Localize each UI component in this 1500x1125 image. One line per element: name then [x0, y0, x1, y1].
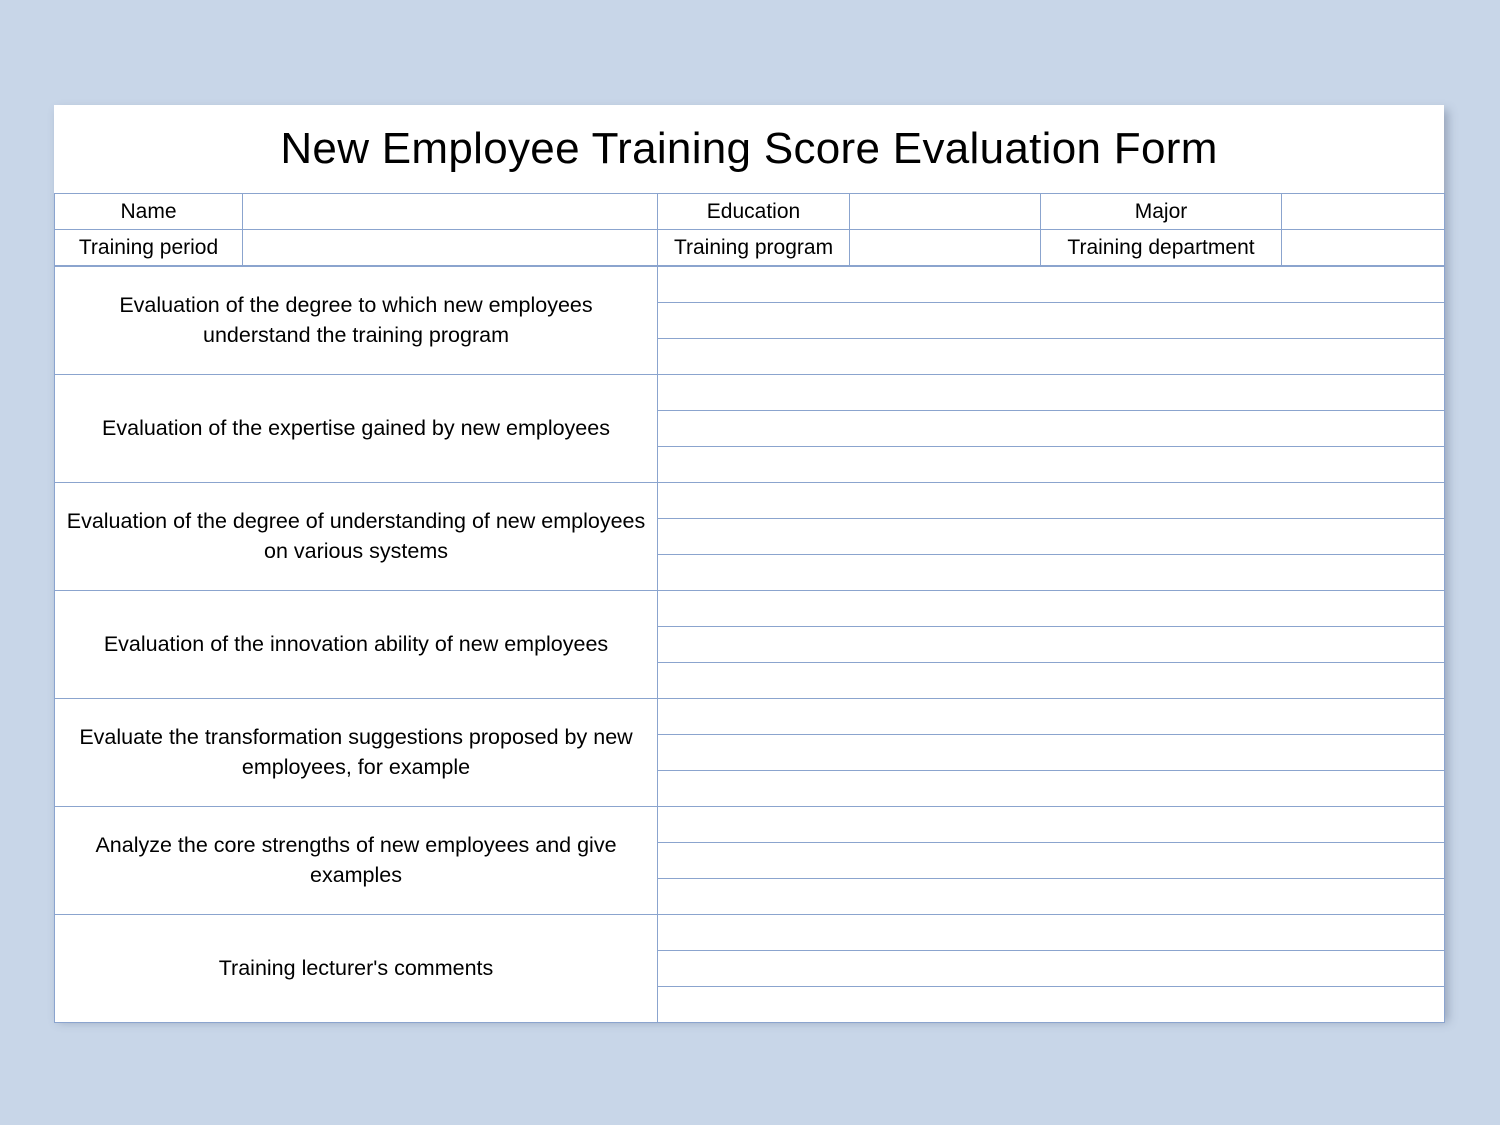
input-training-department[interactable] [1281, 229, 1445, 266]
answer-stack [658, 808, 1444, 913]
label-training-period: Training period [54, 229, 243, 266]
answer-line[interactable] [658, 338, 1444, 373]
answer-stack [658, 376, 1444, 481]
answer-line[interactable] [658, 411, 1444, 447]
evaluation-answer-area[interactable] [657, 698, 1445, 807]
evaluation-label-text: Evaluate the transformation suggestions … [79, 724, 633, 779]
answer-line[interactable] [658, 700, 1444, 736]
info-table: Name Education Major Training period Tra… [54, 193, 1445, 266]
answer-line[interactable] [658, 770, 1444, 805]
label-name: Name [54, 193, 243, 230]
evaluation-label: Evaluation of the degree to which new em… [54, 266, 658, 375]
answer-stack [658, 268, 1444, 373]
answer-line[interactable] [658, 446, 1444, 481]
evaluation-label: Evaluation of the expertise gained by ne… [54, 374, 658, 483]
evaluation-label: Evaluation of the degree of understandin… [54, 482, 658, 591]
table-row: Evaluation of the degree to which new em… [54, 266, 1445, 375]
input-major[interactable] [1281, 193, 1445, 230]
table-row: Evaluation of the degree of understandin… [54, 482, 1445, 591]
table-row: Training lecturer's comments [54, 914, 1445, 1023]
evaluation-label: Analyze the core strengths of new employ… [54, 806, 658, 915]
evaluation-label-text: Analyze the core strengths of new employ… [95, 832, 617, 887]
answer-line[interactable] [658, 627, 1444, 663]
label-major: Major [1040, 193, 1282, 230]
answer-stack [658, 484, 1444, 589]
answer-line[interactable] [658, 735, 1444, 771]
input-training-program[interactable] [849, 229, 1041, 266]
evaluation-label: Evaluate the transformation suggestions … [54, 698, 658, 807]
form-sheet: New Employee Training Score Evaluation F… [54, 105, 1445, 1023]
evaluation-answer-area[interactable] [657, 590, 1445, 699]
table-row: Analyze the core strengths of new employ… [54, 806, 1445, 915]
evaluation-answer-area[interactable] [657, 806, 1445, 915]
answer-line[interactable] [658, 662, 1444, 697]
form-title-band: New Employee Training Score Evaluation F… [54, 105, 1444, 193]
info-row-2: Training period Training program Trainin… [54, 229, 1445, 266]
evaluation-answer-area[interactable] [657, 914, 1445, 1023]
answer-line[interactable] [658, 843, 1444, 879]
evaluation-label-text: Evaluation of the degree of understandin… [66, 508, 646, 563]
answer-stack [658, 592, 1444, 697]
answer-line[interactable] [658, 916, 1444, 952]
answer-line[interactable] [658, 484, 1444, 520]
input-name[interactable] [242, 193, 658, 230]
table-row: Evaluation of the innovation ability of … [54, 590, 1445, 699]
evaluation-answer-area[interactable] [657, 266, 1445, 375]
evaluation-label: Training lecturer's comments [54, 914, 658, 1023]
evaluation-label: Evaluation of the innovation ability of … [54, 590, 658, 699]
answer-stack [658, 916, 1444, 1021]
table-row: Evaluate the transformation suggestions … [54, 698, 1445, 807]
answer-line[interactable] [658, 268, 1444, 304]
evaluation-label-text: Evaluation of the expertise gained by ne… [102, 415, 610, 440]
page-title: New Employee Training Score Evaluation F… [280, 124, 1218, 173]
answer-line[interactable] [658, 519, 1444, 555]
evaluation-table: Evaluation of the degree to which new em… [54, 266, 1445, 1023]
answer-line[interactable] [658, 592, 1444, 628]
table-row: Evaluation of the expertise gained by ne… [54, 374, 1445, 483]
answer-line[interactable] [658, 554, 1444, 589]
answer-line[interactable] [658, 808, 1444, 844]
answer-line[interactable] [658, 986, 1444, 1021]
answer-line[interactable] [658, 878, 1444, 913]
answer-stack [658, 700, 1444, 805]
input-education[interactable] [849, 193, 1041, 230]
evaluation-answer-area[interactable] [657, 374, 1445, 483]
answer-line[interactable] [658, 376, 1444, 412]
evaluation-label-text: Evaluation of the innovation ability of … [103, 631, 609, 656]
label-training-department: Training department [1040, 229, 1282, 266]
answer-line[interactable] [658, 951, 1444, 987]
info-row-1: Name Education Major [54, 193, 1445, 230]
answer-line[interactable] [658, 303, 1444, 339]
label-training-program: Training program [657, 229, 850, 266]
evaluation-label-text: Evaluation of the degree to which new em… [119, 292, 593, 347]
evaluation-answer-area[interactable] [657, 482, 1445, 591]
evaluation-label-text: Training lecturer's comments [218, 955, 494, 980]
label-education: Education [657, 193, 850, 230]
input-training-period[interactable] [242, 229, 658, 266]
